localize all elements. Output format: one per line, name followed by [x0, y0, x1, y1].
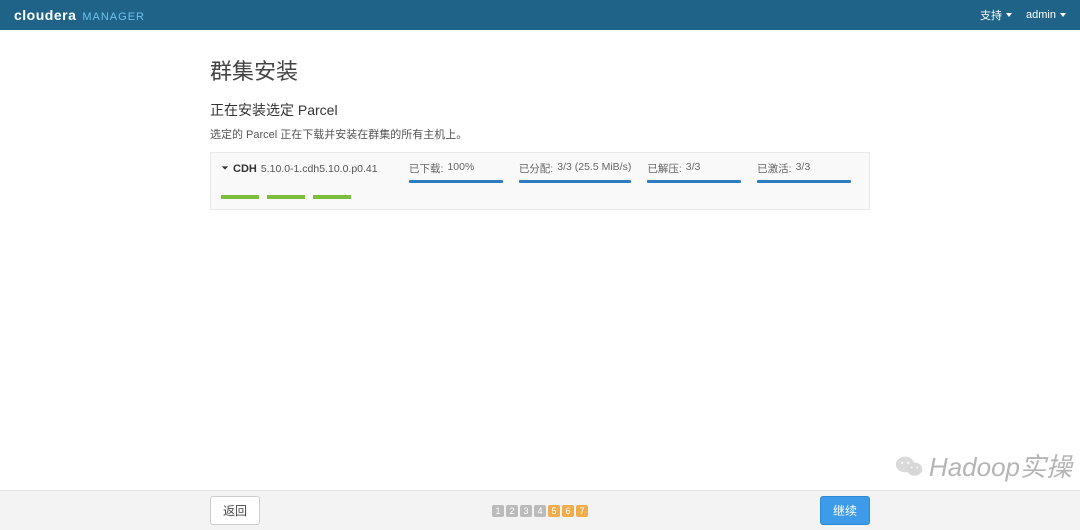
stage-label: 已下载: 100% — [409, 161, 503, 176]
wizard-step[interactable]: 1 — [492, 505, 504, 517]
nav-admin[interactable]: admin — [1026, 7, 1066, 23]
parcel-stages: 已下载: 100% 已分配: 3/3 (25.5 MiB/s) 已解压: 3 — [401, 161, 859, 183]
nav-right: 支持 admin — [980, 7, 1066, 23]
parcel-row: CDH 5.10.0-1.cdh5.10.0.p0.41 已下载: 100% 已… — [221, 161, 859, 183]
wizard-footer: 返回 1234567 继续 — [0, 490, 1080, 530]
expand-toggle-icon[interactable] — [221, 164, 229, 175]
host-bar — [313, 195, 351, 199]
nav-support[interactable]: 支持 — [980, 7, 1012, 23]
brand-sub: MANAGER — [82, 11, 145, 23]
stage-unpacked: 已解压: 3/3 — [639, 161, 749, 183]
wizard-step[interactable]: 5 — [548, 505, 560, 517]
nav-admin-label: admin — [1026, 9, 1056, 21]
stage-label: 已解压: 3/3 — [647, 161, 741, 176]
wizard-step[interactable]: 2 — [506, 505, 518, 517]
stage-distributed: 已分配: 3/3 (25.5 MiB/s) — [511, 161, 640, 183]
parcel-version: 5.10.0-1.cdh5.10.0.p0.41 — [261, 163, 378, 175]
brand[interactable]: cloudera MANAGER — [14, 7, 145, 23]
caret-down-icon — [1060, 13, 1066, 17]
back-button[interactable]: 返回 — [210, 496, 260, 525]
wizard-steps: 1234567 — [492, 505, 588, 517]
caret-down-icon — [1006, 13, 1012, 17]
page-description: 选定的 Parcel 正在下载并安装在群集的所有主机上。 — [210, 126, 870, 142]
wizard-step[interactable]: 4 — [534, 505, 546, 517]
stage-activated: 已激活: 3/3 — [749, 161, 859, 183]
stage-downloaded: 已下载: 100% — [401, 161, 511, 183]
wizard-step[interactable]: 3 — [520, 505, 532, 517]
parcel-name-cell: CDH 5.10.0-1.cdh5.10.0.p0.41 — [221, 161, 401, 175]
watermark-text: Hadoop实操 — [929, 447, 1072, 484]
host-bar — [221, 195, 259, 199]
progress-bar — [647, 180, 741, 183]
page-title: 群集安装 — [210, 54, 870, 86]
top-navbar: cloudera MANAGER 支持 admin — [0, 0, 1080, 30]
progress-bar — [519, 180, 632, 183]
host-progress-bars — [221, 195, 859, 199]
stage-label: 已激活: 3/3 — [757, 161, 851, 176]
host-bar — [267, 195, 305, 199]
main-container: 群集安装 正在安装选定 Parcel 选定的 Parcel 正在下载并安装在群集… — [210, 54, 870, 210]
wizard-step[interactable]: 7 — [576, 505, 588, 517]
parcel-name: CDH — [233, 161, 257, 175]
progress-bar — [409, 180, 503, 183]
stage-label: 已分配: 3/3 (25.5 MiB/s) — [519, 161, 632, 176]
brand-main: cloudera — [14, 7, 76, 23]
nav-support-label: 支持 — [980, 7, 1002, 23]
wechat-icon — [895, 454, 923, 478]
page-subtitle: 正在安装选定 Parcel — [210, 100, 870, 120]
watermark: Hadoop实操 — [895, 447, 1072, 484]
parcel-panel: CDH 5.10.0-1.cdh5.10.0.p0.41 已下载: 100% 已… — [210, 152, 870, 210]
wizard-step[interactable]: 6 — [562, 505, 574, 517]
continue-button[interactable]: 继续 — [820, 496, 870, 525]
progress-bar — [757, 180, 851, 183]
